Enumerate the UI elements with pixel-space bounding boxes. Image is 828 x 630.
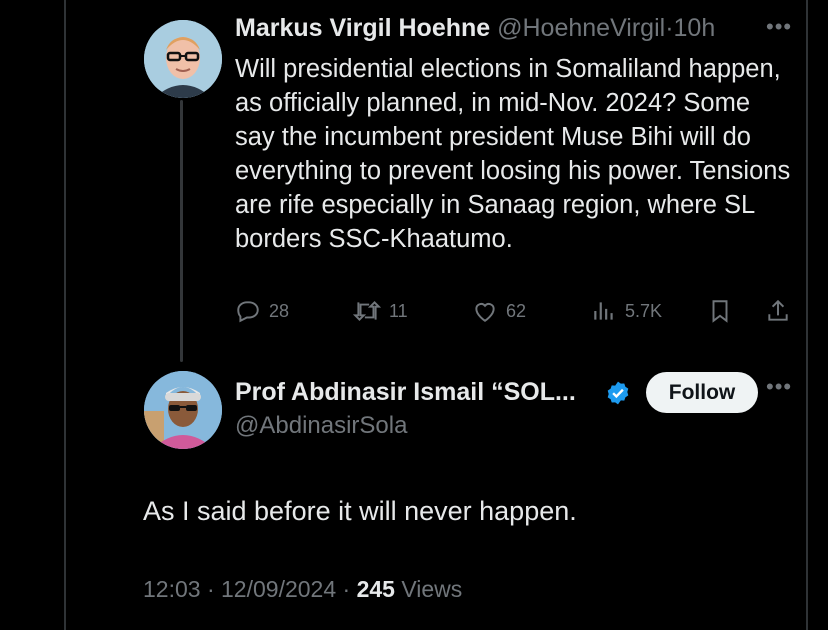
author-name[interactable]: Prof Abdinasir Ismail “SOL... (235, 378, 576, 407)
avatar-portrait-icon (144, 371, 222, 449)
views-label: Views (401, 576, 463, 602)
separator: · (342, 576, 351, 602)
tweet1-header: Markus Virgil Hoehne @HoehneVirgil·10h (235, 14, 715, 43)
verified-badge-icon (607, 381, 629, 405)
tweet2-text: As I said before it will never happen. (143, 496, 577, 526)
views-count: 245 (356, 576, 395, 602)
repost-count: 11 (389, 300, 408, 321)
separator: · (665, 14, 674, 42)
author-handle[interactable]: @HoehneVirgil (497, 14, 665, 42)
views-button[interactable]: 5.7K (591, 298, 662, 324)
author-name[interactable]: Markus Virgil Hoehne (235, 14, 490, 42)
like-button[interactable]: 62 (472, 298, 526, 324)
repost-button[interactable]: 11 (353, 298, 408, 324)
tweet1-text: Will presidential elections in Somalilan… (235, 55, 791, 253)
more-horizontal-icon[interactable]: ••• (766, 374, 792, 400)
tweet1-actions: 28 11 62 5.7K (235, 298, 795, 332)
heart-icon (475, 303, 495, 322)
timeline-left-border (64, 0, 66, 630)
follow-button[interactable]: Follow (646, 372, 758, 413)
timeline-right-border (806, 0, 808, 630)
tweet-meta: 12:03 · 12/09/2024 · 245 Views (143, 576, 462, 603)
share-button[interactable] (765, 298, 791, 324)
bookmark-button[interactable] (707, 298, 733, 324)
thread-connector-line (180, 100, 183, 362)
bookmark-icon (712, 300, 728, 323)
author-handle[interactable]: @AbdinasirSola (235, 412, 407, 440)
tweet-time[interactable]: 10h (674, 14, 716, 42)
avatar[interactable] (144, 371, 222, 449)
reply-icon (237, 301, 259, 323)
separator: · (206, 576, 215, 602)
avatar[interactable] (144, 20, 222, 98)
analytics-icon (594, 302, 613, 320)
more-horizontal-icon[interactable]: ••• (766, 14, 792, 40)
share-icon (768, 299, 788, 321)
reply-count: 28 (269, 300, 290, 321)
repost-icon (353, 301, 381, 321)
like-count: 62 (506, 300, 527, 321)
avatar-portrait-icon (144, 20, 222, 98)
views-count: 5.7K (625, 300, 663, 321)
tweet-time[interactable]: 12:03 (143, 576, 201, 602)
tweet-date[interactable]: 12/09/2024 (221, 576, 336, 602)
reply-button[interactable]: 28 (235, 298, 289, 324)
